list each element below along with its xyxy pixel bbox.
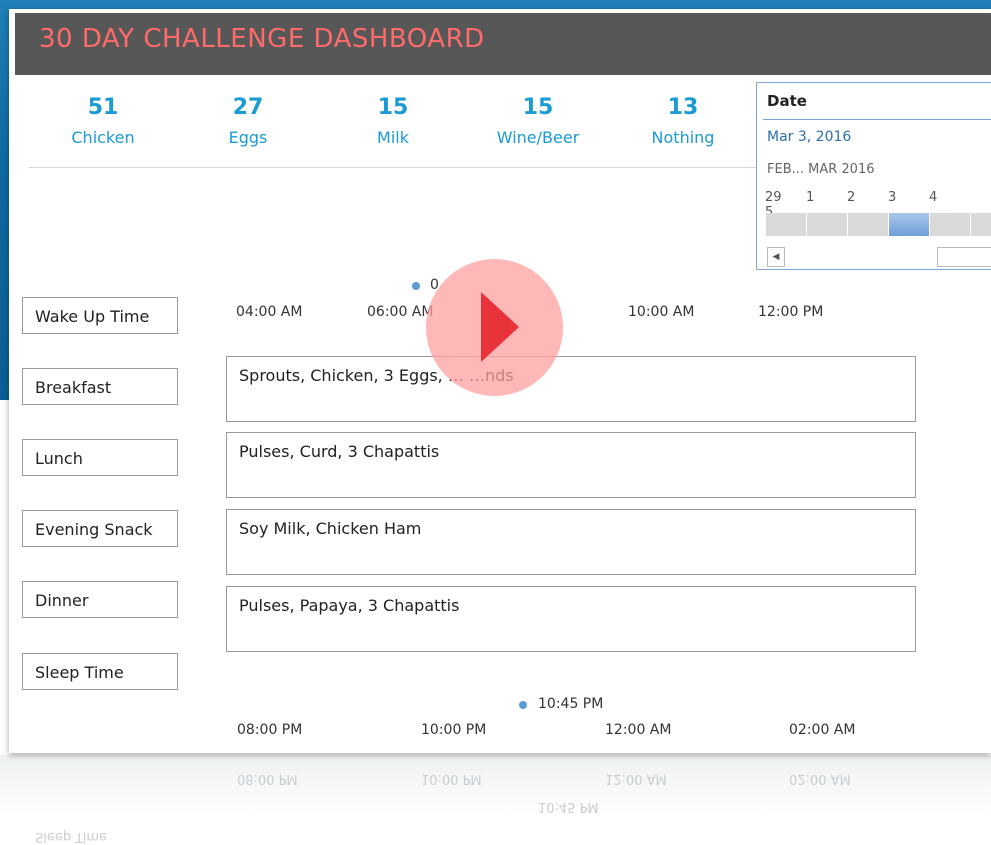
date-timeline-cell[interactable] xyxy=(848,213,888,236)
header-bar: 30 DAY CHALLENGE DASHBOARD xyxy=(15,13,991,75)
sleep-marker-dot xyxy=(519,701,527,709)
reflection-tick: 12:00 AM xyxy=(605,771,667,786)
sleep-axis-tick: 10:00 PM xyxy=(421,722,487,738)
reflection-marker: 10:45 PM xyxy=(538,799,599,814)
wake-axis-tick: 04:00 AM xyxy=(236,304,303,320)
play-icon xyxy=(481,292,519,362)
stats-divider xyxy=(29,167,757,168)
date-slicer-title: Date xyxy=(767,92,807,110)
scroll-left-icon[interactable]: ◀ xyxy=(767,247,785,267)
date-selected-value: Mar 3, 2016 xyxy=(767,129,852,145)
lunch-label: Lunch xyxy=(22,439,178,476)
dashboard-title: 30 DAY CHALLENGE DASHBOARD xyxy=(39,24,485,54)
date-day: 4 xyxy=(929,190,938,205)
stat-milk: 15 Milk xyxy=(323,95,463,147)
timeline-scroll-thumb[interactable] xyxy=(937,247,991,267)
date-day: 1 xyxy=(806,190,815,205)
sleep-marker-label: 10:45 PM xyxy=(538,696,604,712)
lunch-box: Pulses, Curd, 3 Chapattis xyxy=(226,432,916,498)
wake-up-time-label: Wake Up Time xyxy=(22,297,178,334)
stat-value: 15 xyxy=(377,95,409,120)
stat-value: 15 xyxy=(522,95,554,120)
reflection-tick: 10:00 PM xyxy=(421,771,482,786)
date-timeline-cell[interactable] xyxy=(889,213,929,236)
stat-value: 27 xyxy=(232,95,264,120)
stat-value: 51 xyxy=(87,95,119,120)
sleep-axis-tick: 08:00 PM xyxy=(237,722,303,738)
sleep-time-label: Sleep Time xyxy=(22,653,178,690)
stat-label: Nothing xyxy=(651,128,715,147)
stat-chicken: 51 Chicken xyxy=(33,95,173,147)
stat-value: 13 xyxy=(667,95,699,120)
dinner-label: Dinner xyxy=(22,581,178,618)
wake-axis-tick: 12:00 PM xyxy=(758,304,824,320)
stat-label: Milk xyxy=(377,128,409,147)
wake-axis-tick: 10:00 AM xyxy=(628,304,695,320)
reflection-tick: 02:00 AM xyxy=(789,771,851,786)
date-month-range[interactable]: FEB... MAR 2016 xyxy=(767,162,875,177)
reflection: 08:00 PM 10:00 PM 12:00 AM 02:00 AM 10:4… xyxy=(0,755,991,845)
sleep-axis-tick: 02:00 AM xyxy=(789,722,856,738)
stat-label: Chicken xyxy=(71,128,135,147)
date-slicer-rule xyxy=(763,119,991,120)
date-slicer[interactable]: Date Mar 3, 2016 FEB... MAR 2016 2912345… xyxy=(756,82,991,270)
breakfast-label: Breakfast xyxy=(22,368,178,405)
stat-wine-beer: 15 Wine/Beer xyxy=(468,95,608,147)
evening-snack-box: Soy Milk, Chicken Ham xyxy=(226,509,916,575)
reflection-tick: 08:00 PM xyxy=(237,771,298,786)
date-timeline-cell[interactable] xyxy=(971,213,991,236)
dashboard-card: 30 DAY CHALLENGE DASHBOARD 51 Chicken 27… xyxy=(9,9,991,753)
stat-nothing: 13 Nothing xyxy=(613,95,753,147)
play-button[interactable] xyxy=(426,259,563,396)
evening-snack-label: Evening Snack xyxy=(22,510,178,547)
date-day: 2 xyxy=(847,190,856,205)
stat-eggs: 27 Eggs xyxy=(178,95,318,147)
date-timeline-cell[interactable] xyxy=(930,213,970,236)
stat-label: Wine/Beer xyxy=(496,128,580,147)
reflection-label: Sleep Time xyxy=(35,829,108,844)
date-timeline-cell[interactable] xyxy=(766,213,806,236)
date-day: 29 xyxy=(765,190,782,205)
date-timeline-cell[interactable] xyxy=(807,213,847,236)
date-timeline-bar[interactable] xyxy=(766,213,991,236)
sleep-axis-tick: 12:00 AM xyxy=(605,722,672,738)
breakfast-box: Sprouts, Chicken, 3 Eggs, … …nds xyxy=(226,356,916,422)
date-day: 3 xyxy=(888,190,897,205)
dinner-box: Pulses, Papaya, 3 Chapattis xyxy=(226,586,916,652)
wake-axis-tick: 06:00 AM xyxy=(367,304,434,320)
stat-label: Eggs xyxy=(228,128,268,147)
wake-marker-dot xyxy=(412,282,420,290)
